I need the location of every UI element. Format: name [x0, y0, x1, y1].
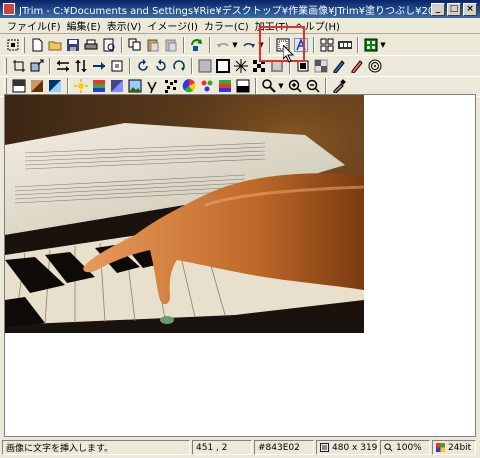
sharpen-icon[interactable] — [233, 58, 249, 74]
piano-photo — [5, 95, 364, 333]
toolbar-separator — [121, 37, 123, 53]
levels-icon[interactable] — [217, 78, 233, 94]
palette-icon[interactable] — [363, 37, 379, 53]
image-size-value: 480 x 319 — [332, 442, 378, 453]
palette-dropdown-arrow[interactable]: ▼ — [380, 37, 386, 53]
redo-icon[interactable] — [241, 37, 257, 53]
spiral-icon[interactable] — [367, 58, 383, 74]
brightness-icon[interactable] — [73, 78, 89, 94]
cursor-position: 451 , 2 — [192, 440, 252, 455]
shift-icon[interactable] — [91, 58, 107, 74]
print-preview-icon[interactable] — [101, 37, 117, 53]
toolbar-separator — [357, 37, 359, 53]
close-button[interactable]: × — [463, 2, 477, 16]
image-icon[interactable] — [127, 78, 143, 94]
crop-tool-icon[interactable] — [5, 37, 21, 53]
undo-icon[interactable] — [215, 37, 231, 53]
rotate-left-icon[interactable] — [135, 58, 151, 74]
toolbar-grip[interactable] — [4, 58, 7, 74]
toolbar-separator — [49, 58, 51, 74]
resize-icon[interactable] — [29, 58, 45, 74]
frame-square-icon[interactable] — [215, 58, 231, 74]
image-canvas[interactable] — [4, 94, 476, 437]
menu-edit[interactable]: 編集(E) — [64, 18, 104, 33]
edit-toolbar — [0, 56, 480, 77]
zoom-level: 100% — [380, 440, 430, 455]
window-title: JTrim - C:¥Documents and Settings¥Rie¥デス… — [19, 5, 431, 17]
menu-color[interactable]: カラー(C) — [201, 18, 252, 33]
image-size-icon — [320, 443, 329, 452]
minimize-button[interactable]: _ — [431, 2, 445, 16]
open-folder-icon[interactable] — [47, 37, 63, 53]
status-message: 画像に文字を挿入します。 — [2, 440, 190, 455]
gamma-icon[interactable] — [145, 78, 161, 94]
menu-view[interactable]: 表示(V) — [104, 18, 145, 33]
rotate-icon[interactable] — [189, 37, 205, 53]
rotate-free-icon[interactable] — [171, 58, 187, 74]
eyedropper-icon[interactable] — [331, 78, 347, 94]
rotate-right-icon[interactable] — [153, 58, 169, 74]
save-icon[interactable] — [65, 37, 81, 53]
status-bar: 画像に文字を挿入します。 451 , 2 #843E02 480 x 319 1… — [0, 437, 480, 458]
app-icon[interactable] — [3, 3, 15, 15]
toolbar-grip[interactable] — [22, 37, 25, 53]
zoom-icon[interactable] — [261, 78, 277, 94]
maximize-button[interactable]: □ — [447, 2, 461, 16]
eraser-icon[interactable] — [349, 58, 365, 74]
menu-bar: ファイル(F) 編集(E) 表示(V) イメージ(I) カラー(C) 加工(T)… — [0, 18, 480, 34]
toolbar-separator — [183, 37, 185, 53]
frame-icon[interactable] — [109, 58, 125, 74]
toolbar-grip[interactable] — [4, 78, 7, 94]
toolbar-separator — [209, 37, 211, 53]
undo-dropdown-arrow[interactable]: ▼ — [232, 37, 238, 53]
window-controls: _ □ × — [431, 2, 477, 16]
fill-icon[interactable] — [313, 58, 329, 74]
negative-icon[interactable] — [47, 78, 63, 94]
toolbar-separator — [67, 78, 69, 94]
pen-icon[interactable] — [331, 58, 347, 74]
toolbar-separator — [255, 78, 257, 94]
flip-h-icon[interactable] — [55, 58, 71, 74]
title-bar: JTrim - C:¥Documents and Settings¥Rie¥デス… — [0, 0, 480, 18]
zoom-dropdown-arrow[interactable]: ▼ — [278, 78, 284, 94]
paste-new-icon[interactable] — [163, 37, 179, 53]
insert-text-highlight-box — [259, 26, 305, 62]
menu-image[interactable]: イメージ(I) — [144, 18, 201, 33]
new-file-icon[interactable] — [29, 37, 45, 53]
copy-icon[interactable] — [127, 37, 143, 53]
grid-view-icon[interactable] — [319, 37, 335, 53]
trim-icon[interactable] — [11, 58, 27, 74]
toolbar-separator — [313, 37, 315, 53]
noise-icon[interactable] — [163, 78, 179, 94]
zoom-out-icon[interactable] — [305, 78, 321, 94]
color-depth-icon — [436, 443, 445, 452]
flip-v-icon[interactable] — [73, 58, 89, 74]
contrast-icon[interactable] — [235, 78, 251, 94]
zoom-status-icon — [384, 443, 393, 452]
pixel-color-value: #843E02 — [258, 442, 300, 453]
gray-icon[interactable] — [197, 58, 213, 74]
pixel-color: #843E02 — [254, 440, 314, 455]
toolbar-separator — [191, 58, 193, 74]
color-depth: 24bit — [432, 440, 476, 455]
grayscale-icon[interactable] — [11, 78, 27, 94]
filmstrip-icon[interactable] — [337, 37, 353, 53]
zoom-level-value: 100% — [396, 442, 422, 453]
print-icon[interactable] — [83, 37, 99, 53]
toolbar-separator — [325, 78, 327, 94]
sepia-icon[interactable] — [29, 78, 45, 94]
main-toolbar: ▼ ▼ ▼ — [0, 35, 480, 56]
image-size: 480 x 319 — [316, 440, 378, 455]
hue-icon[interactable] — [181, 78, 197, 94]
menu-file[interactable]: ファイル(F) — [4, 18, 64, 33]
toolbar-separator — [129, 58, 131, 74]
color-depth-value: 24bit — [448, 442, 472, 453]
mouse-cursor-icon — [283, 45, 295, 63]
rgb-icon[interactable] — [109, 78, 125, 94]
color-balance-icon[interactable] — [91, 78, 107, 94]
paste-icon[interactable] — [145, 37, 161, 53]
zoom-in-icon[interactable] — [287, 78, 303, 94]
paint-icon[interactable] — [199, 78, 215, 94]
